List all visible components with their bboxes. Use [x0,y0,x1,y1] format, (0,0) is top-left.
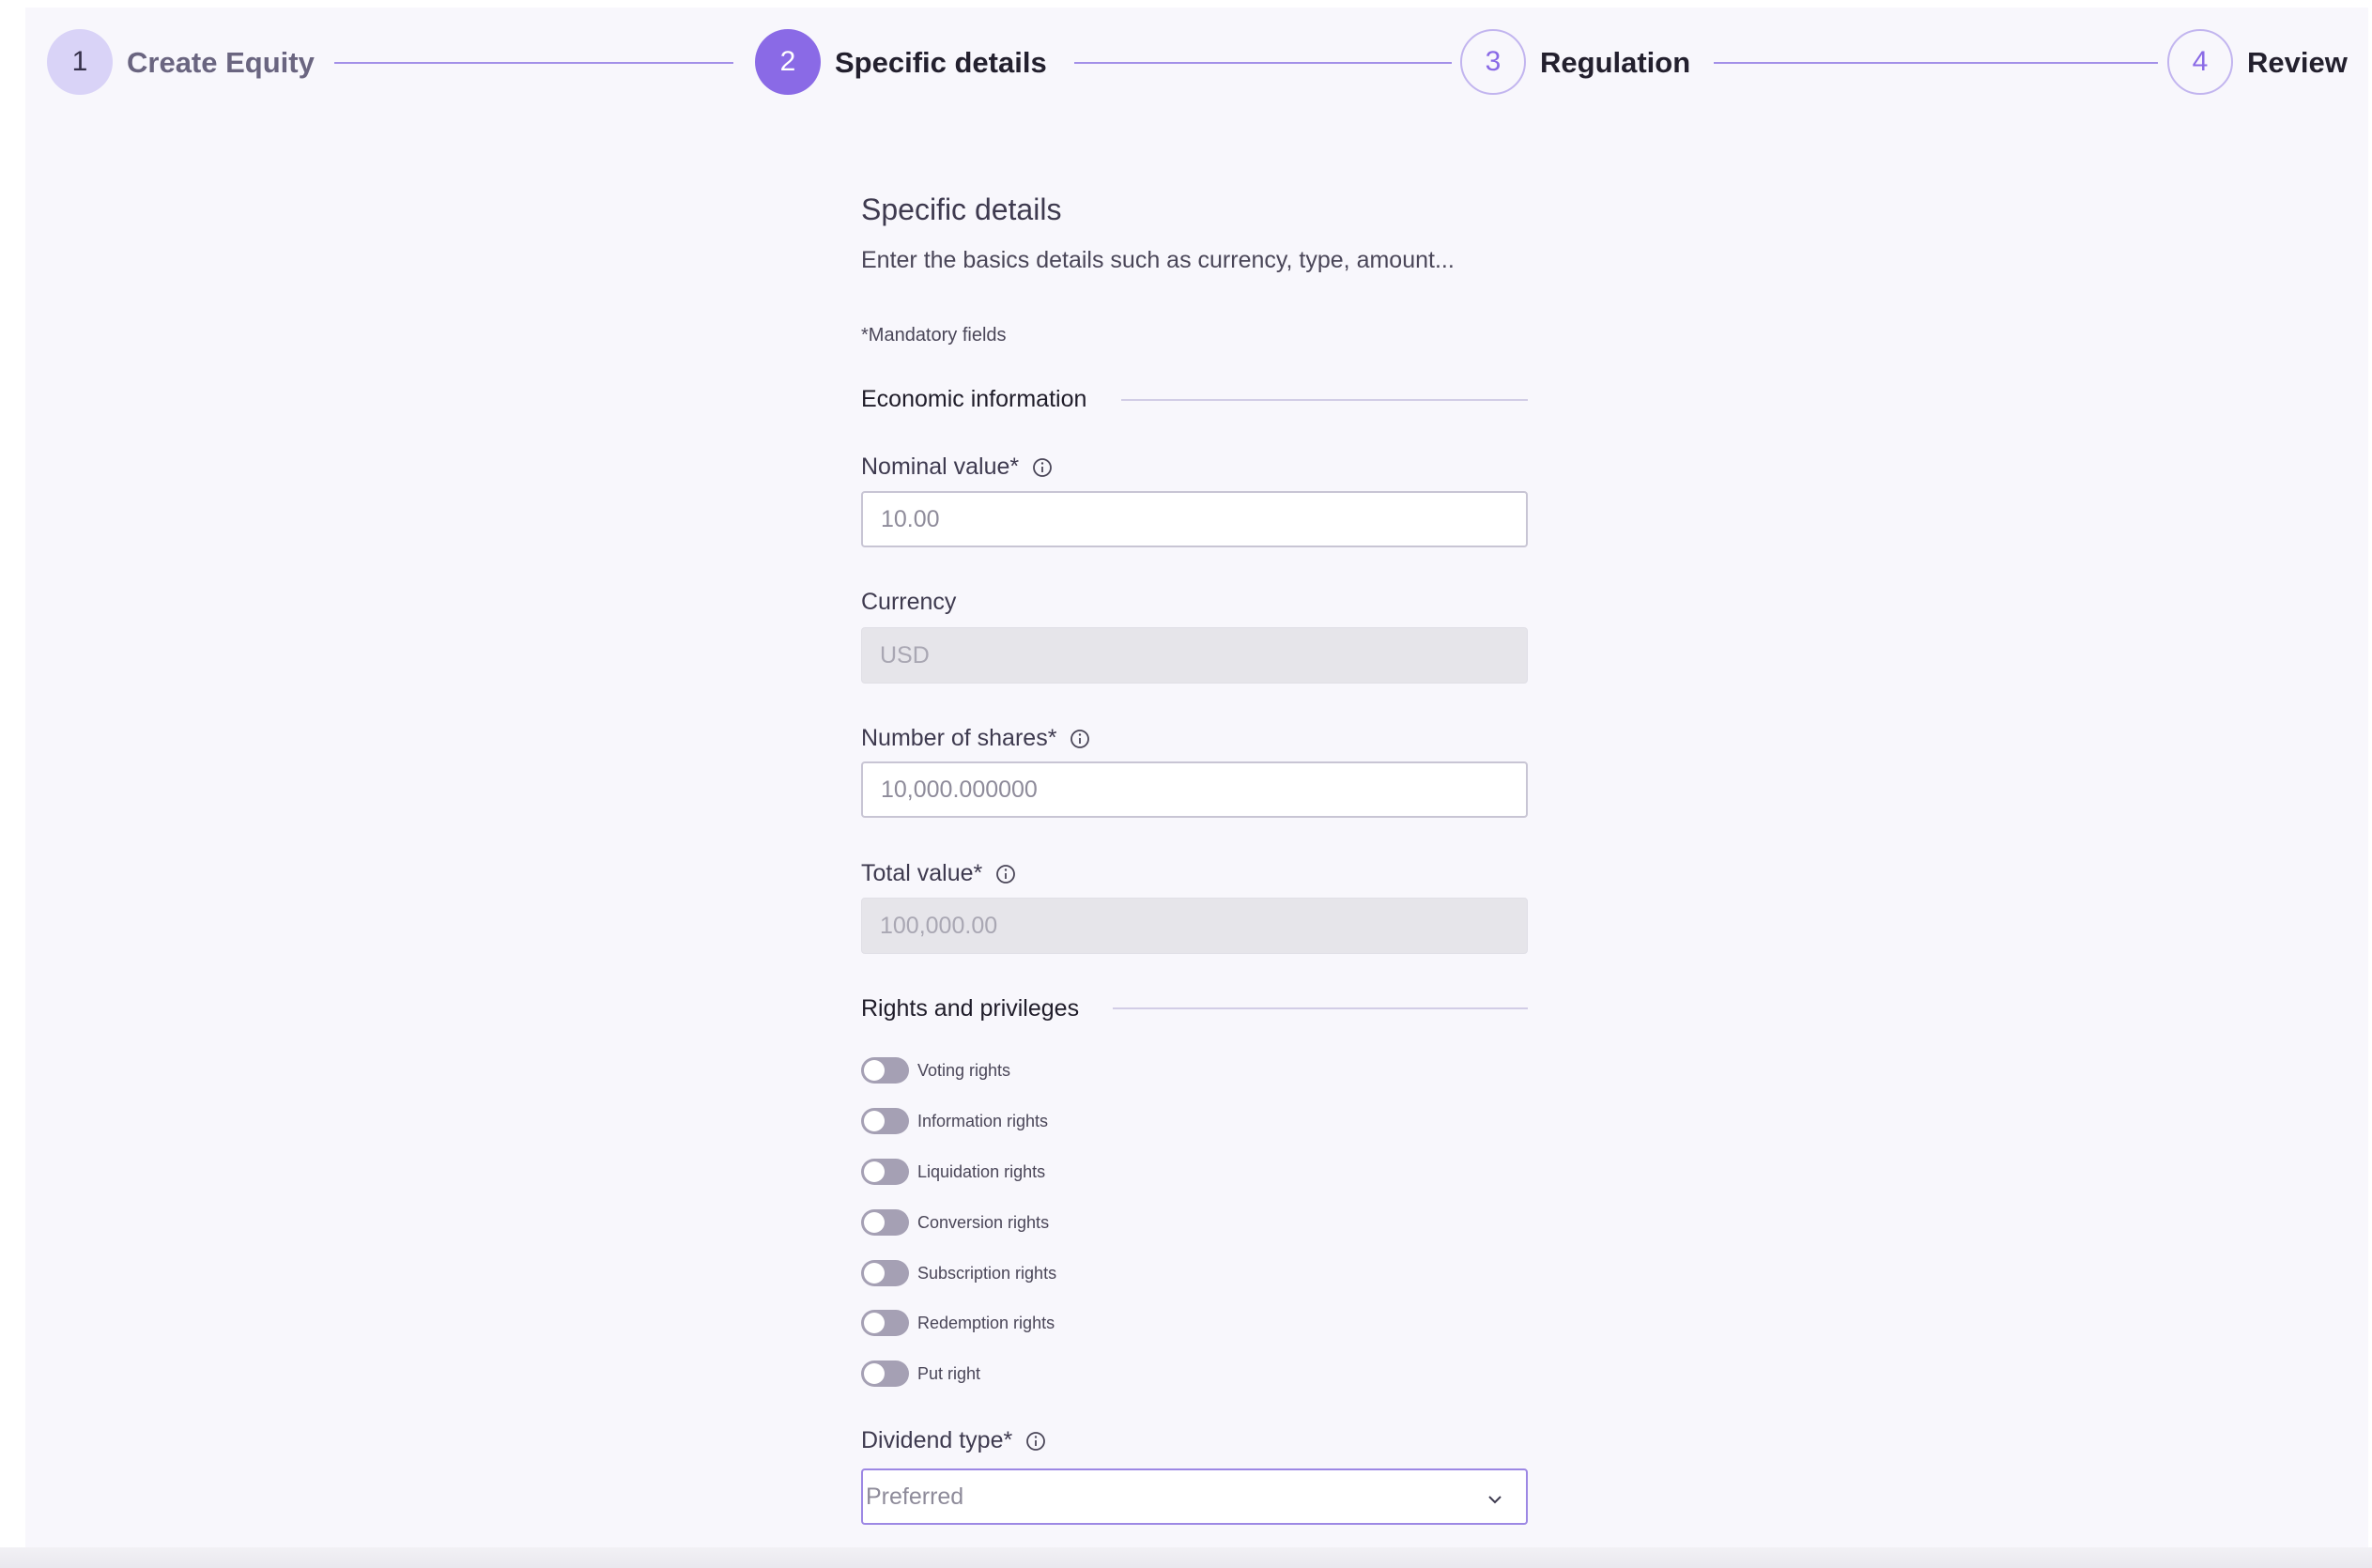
toggle-label: Information rights [917,1111,1049,1130]
toggle-switch[interactable] [861,1209,909,1236]
info-icon[interactable] [1070,729,1090,749]
nominal-value-label: Nominal value* [861,453,1053,481]
step-2-label[interactable]: Specific details [835,48,1047,77]
bottom-edge [0,1547,2372,1568]
info-icon[interactable] [1032,457,1053,478]
toggle-label: Conversion rights [917,1212,1050,1232]
step-2-circle[interactable]: 2 [755,29,821,95]
toggle-knob [864,1161,885,1182]
toggle-switch[interactable] [861,1260,909,1286]
currency-label-text: Currency [861,589,957,615]
toggle-switch[interactable] [861,1108,909,1134]
toggle-liquidation-rights[interactable]: Liquidation rights [861,1158,1045,1186]
toggle-knob [864,1212,885,1233]
toggle-label: Liquidation rights [917,1161,1046,1181]
number-of-shares-input[interactable]: 10,000.000000 [861,761,1528,818]
toggle-switch[interactable] [861,1360,909,1387]
info-icon[interactable] [1025,1431,1046,1452]
economic-section-title: Economic information [861,386,1087,412]
economic-section-divider [1121,399,1528,401]
chevron-down-icon[interactable] [1485,1489,1505,1510]
step-connector-1 [334,62,733,64]
currency-label: Currency [861,589,956,616]
toggle-voting-rights[interactable]: Voting rights [861,1056,1010,1084]
step-connector-3 [1714,62,2158,64]
toggle-knob [864,1111,885,1131]
nominal-value-input[interactable]: 10.00 [861,491,1528,547]
rights-section-divider [1113,1007,1528,1009]
dividend-type-label: Dividend type* [861,1427,1046,1454]
total-value-field: 100,000.00 [861,898,1528,954]
step-1-label[interactable]: Create Equity [127,48,315,77]
toggle-label: Voting rights [917,1060,1011,1080]
toggle-subscription-rights[interactable]: Subscription rights [861,1259,1056,1287]
step-3-label[interactable]: Regulation [1540,48,1690,77]
toggle-knob [864,1313,885,1333]
form-subtitle: Enter the basics details such as currenc… [861,247,1455,273]
dividend-type-label-text: Dividend type* [861,1427,1013,1453]
step-3-circle[interactable]: 3 [1460,29,1526,95]
nominal-value-label-text: Nominal value* [861,453,1020,480]
toggle-label: Put right [917,1363,981,1383]
toggle-label: Subscription rights [917,1263,1057,1283]
toggle-switch[interactable] [861,1310,909,1336]
number-of-shares-label: Number of shares* [861,725,1090,752]
toggle-switch[interactable] [861,1159,909,1185]
toggle-knob [864,1263,885,1284]
currency-field: USD [861,627,1528,684]
step-4-label[interactable]: Review [2247,48,2348,77]
stepper: 1 Create Equity 2 Specific details 3 Reg… [25,8,2368,130]
toggle-redemption-rights[interactable]: Redemption rights [861,1309,1055,1337]
toggle-knob [864,1060,885,1081]
info-icon[interactable] [995,864,1016,884]
toggle-conversion-rights[interactable]: Conversion rights [861,1208,1049,1237]
form-title: Specific details [861,192,1062,226]
mandatory-note: *Mandatory fields [861,325,1007,346]
rights-section-title: Rights and privileges [861,995,1080,1022]
toggle-knob [864,1363,885,1384]
dividend-type-value: Preferred [866,1483,964,1510]
toggle-information-rights[interactable]: Information rights [861,1107,1048,1135]
total-value-label-text: Total value* [861,860,983,886]
step-connector-2 [1074,62,1452,64]
toggle-label: Redemption rights [917,1313,1055,1332]
number-of-shares-label-text: Number of shares* [861,725,1057,751]
toggle-switch[interactable] [861,1057,909,1084]
step-1-circle[interactable]: 1 [47,29,113,95]
toggle-put-right[interactable]: Put right [861,1360,980,1388]
step-4-circle[interactable]: 4 [2167,29,2233,95]
total-value-label: Total value* [861,860,1016,887]
page: 1 Create Equity 2 Specific details 3 Reg… [0,8,2372,1568]
dividend-type-select[interactable]: Preferred [861,1468,1528,1525]
